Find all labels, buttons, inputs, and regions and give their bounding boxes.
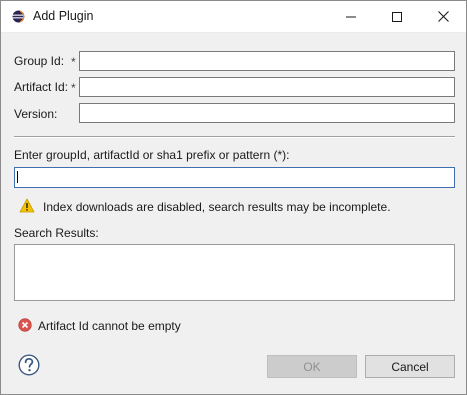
minimize-button[interactable] [328,1,374,32]
maximize-icon [392,11,402,22]
minimize-icon [346,16,356,17]
eclipse-icon [12,10,25,23]
title-bar[interactable]: Add Plugin [1,1,466,33]
search-results-list[interactable] [14,244,455,301]
window-title: Add Plugin [33,9,94,23]
add-plugin-dialog: Add Plugin Group Id: * Artifact Id: * Ve… [0,0,467,395]
group-id-required-marker: * [71,55,76,69]
error-icon [18,318,32,332]
version-label: Version: [14,107,58,121]
close-button[interactable] [420,1,466,32]
warning-icon [19,198,35,213]
close-icon [437,11,449,22]
index-warning-text: Index downloads are disabled, search res… [43,200,391,214]
search-results-label: Search Results: [14,226,99,240]
help-icon[interactable] [18,354,40,376]
search-label: Enter groupId, artifactId or sha1 prefix… [14,148,290,162]
ok-button[interactable]: OK [267,355,357,378]
group-id-field[interactable] [79,51,455,71]
separator [14,136,455,138]
cancel-button[interactable]: Cancel [365,355,455,378]
artifact-id-field[interactable] [79,77,455,97]
search-input[interactable] [14,167,455,188]
group-id-label: Group Id: [14,54,65,68]
text-cursor [17,171,18,183]
artifact-id-label: Artifact Id: [14,80,69,94]
artifact-id-required-marker: * [71,81,76,95]
version-field[interactable] [79,103,455,123]
artifact-id-error-text: Artifact Id cannot be empty [38,319,181,333]
maximize-button[interactable] [374,1,420,32]
